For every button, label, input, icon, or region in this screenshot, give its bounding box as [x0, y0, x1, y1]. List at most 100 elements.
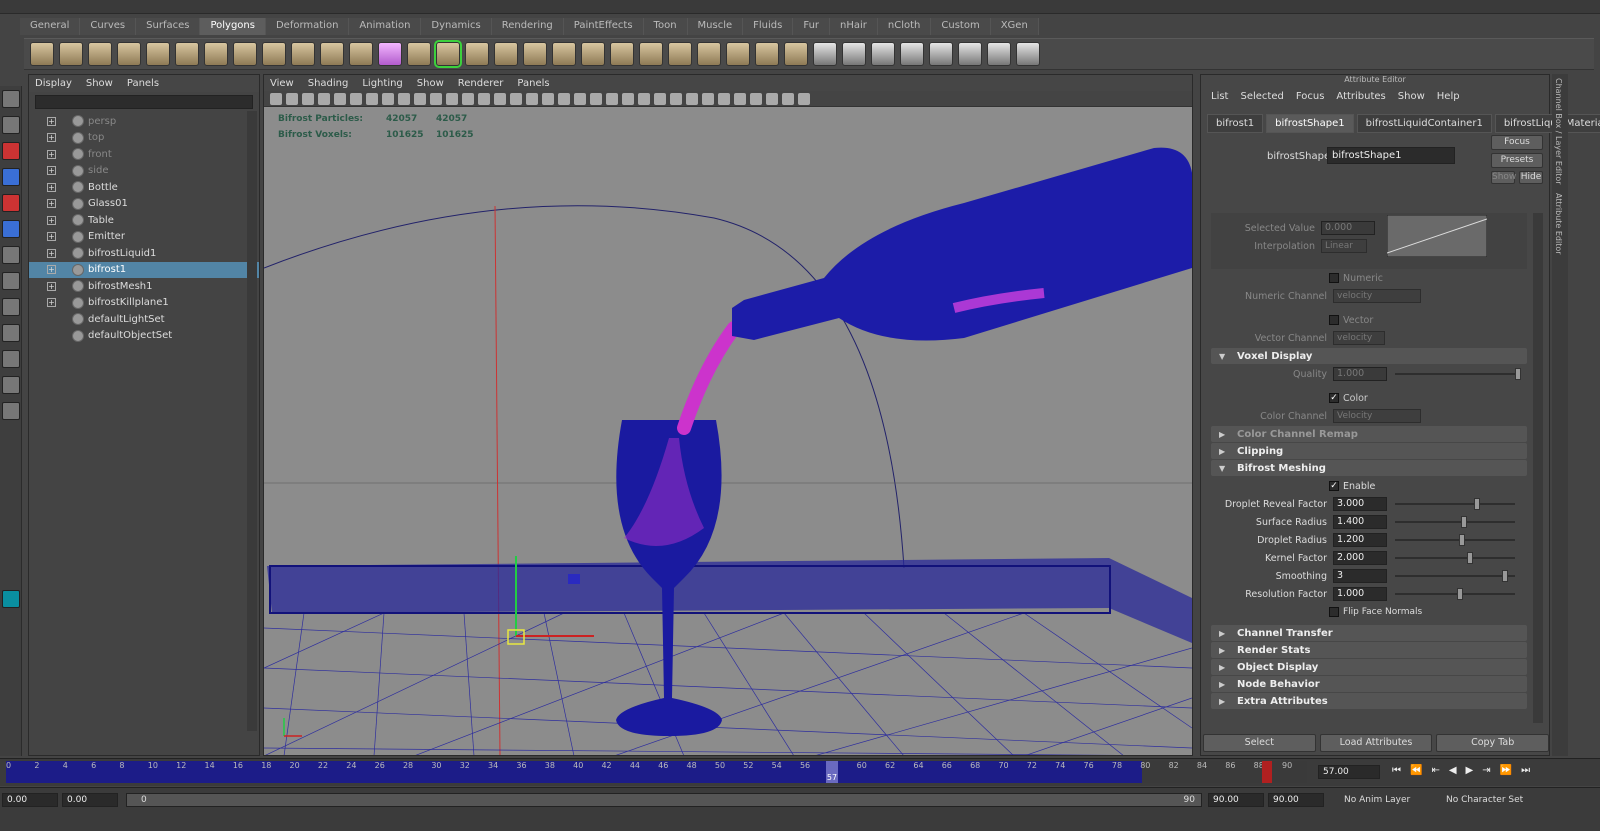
- sculpt-icon[interactable]: [813, 42, 837, 66]
- attr-menu-help[interactable]: Help: [1437, 91, 1460, 102]
- layout-two-icon[interactable]: [2, 350, 20, 368]
- slider-knob[interactable]: [1456, 588, 1463, 600]
- chamfer-icon[interactable]: [784, 42, 808, 66]
- meshing-attr-field[interactable]: 2.000: [1333, 551, 1387, 565]
- tab-bifrostshape1[interactable]: bifrostShape1: [1266, 114, 1354, 133]
- outliner-item-defaultobjectset[interactable]: defaultObjectSet: [29, 328, 259, 345]
- shelf-tab-ncloth[interactable]: nCloth: [877, 18, 932, 35]
- viewport-tool-icon[interactable]: [414, 92, 426, 105]
- presets-button[interactable]: Presets: [1491, 153, 1543, 168]
- layout-four-icon[interactable]: [2, 324, 20, 342]
- shelf-tab-xgen[interactable]: XGen: [990, 18, 1039, 35]
- viewport-tool-icon[interactable]: [430, 92, 442, 105]
- viewport-tool-icon[interactable]: [334, 92, 346, 105]
- extract-icon[interactable]: [378, 42, 402, 66]
- tab-bifrostliquidcontainer1[interactable]: bifrostLiquidContainer1: [1356, 114, 1492, 133]
- outliner-item-bifrostliquid1[interactable]: + bifrostLiquid1: [29, 245, 259, 262]
- select-tool-icon[interactable]: [2, 90, 20, 108]
- playback-start-field[interactable]: 0.00: [62, 793, 118, 807]
- viewport-tool-icon[interactable]: [510, 92, 522, 105]
- interpolation-dropdown[interactable]: Linear: [1321, 239, 1367, 253]
- tab-bifrost1[interactable]: bifrost1: [1207, 114, 1264, 133]
- viewport-menu-panels[interactable]: Panels: [517, 78, 549, 89]
- expand-icon[interactable]: +: [47, 199, 56, 209]
- meshing-attr-field[interactable]: 1.200: [1333, 533, 1387, 547]
- time-slider[interactable]: 0 2 4 6 8 10 12 14 16 18 20 22 24 26 28 30 32 34 36 38 40 42 4…: [0, 758, 1600, 786]
- mirror-icon[interactable]: [465, 42, 489, 66]
- wedge-icon[interactable]: [726, 42, 750, 66]
- outliner-menu-display[interactable]: Display: [35, 78, 72, 89]
- viewport-tool-icon[interactable]: [574, 92, 586, 105]
- outliner-menu-panels[interactable]: Panels: [127, 78, 159, 89]
- step-back-frame-icon[interactable]: ⇤: [1431, 765, 1439, 776]
- move-tool-icon[interactable]: [2, 168, 20, 186]
- quality-slider[interactable]: [1395, 368, 1521, 380]
- split-icon[interactable]: [552, 42, 576, 66]
- uv-cylindrical-icon[interactable]: [900, 42, 924, 66]
- outliner-item-side[interactable]: + side: [29, 163, 259, 180]
- shelf-tab-muscle[interactable]: Muscle: [687, 18, 744, 35]
- attr-menu-focus[interactable]: Focus: [1296, 91, 1325, 102]
- meshing-attr-field[interactable]: 3: [1333, 569, 1387, 583]
- section-render-stats[interactable]: ▶ Render Stats: [1211, 642, 1527, 658]
- attr-menu-attributes[interactable]: Attributes: [1336, 91, 1385, 102]
- lasso-tool-icon[interactable]: [2, 116, 20, 134]
- expand-icon[interactable]: +: [47, 133, 56, 143]
- outliner-item-bifrostmesh1[interactable]: + bifrostMesh1: [29, 278, 259, 295]
- vector-channel-dropdown[interactable]: velocity: [1333, 331, 1385, 345]
- viewport-tool-icon[interactable]: [350, 92, 362, 105]
- expand-icon[interactable]: +: [47, 232, 56, 242]
- load-attributes-button[interactable]: Load Attributes: [1319, 734, 1433, 752]
- flip-face-normals-checkbox[interactable]: [1329, 607, 1339, 617]
- outliner-item-table[interactable]: + Table: [29, 212, 259, 229]
- attribute-editor-scrollbar[interactable]: [1533, 213, 1543, 723]
- section-extra-attributes[interactable]: ▶ Extra Attributes: [1211, 693, 1527, 709]
- expand-icon[interactable]: +: [47, 182, 56, 192]
- outliner-item-glass01[interactable]: + Glass01: [29, 196, 259, 213]
- viewport-tool-icon[interactable]: [462, 92, 474, 105]
- selected-value-field[interactable]: 0.000: [1321, 221, 1375, 235]
- quality-field[interactable]: 1.000: [1333, 367, 1387, 381]
- step-back-key-icon[interactable]: ⏪: [1410, 765, 1422, 776]
- bevel-icon[interactable]: [668, 42, 692, 66]
- viewport-tool-icon[interactable]: [318, 92, 330, 105]
- attr-menu-list[interactable]: List: [1211, 91, 1228, 102]
- layout-single-icon[interactable]: [2, 298, 20, 316]
- meshing-attr-slider[interactable]: [1395, 534, 1515, 546]
- step-forward-key-icon[interactable]: ⏩: [1500, 765, 1512, 776]
- expand-icon[interactable]: +: [47, 281, 56, 291]
- show-button[interactable]: Show: [1491, 171, 1516, 184]
- meshing-attr-slider[interactable]: [1395, 516, 1515, 528]
- rotate-tool-icon[interactable]: [2, 194, 20, 212]
- bifrost-logo-icon[interactable]: [2, 590, 20, 608]
- layout-graph-icon[interactable]: [2, 402, 20, 420]
- viewport-tool-icon[interactable]: [654, 92, 666, 105]
- shelf-tab-deformation[interactable]: Deformation: [265, 18, 350, 35]
- poly-soccer-ball-icon[interactable]: [291, 42, 315, 66]
- viewport-tool-icon[interactable]: [750, 92, 762, 105]
- offset-edge-icon[interactable]: [610, 42, 634, 66]
- expand-icon[interactable]: +: [47, 265, 56, 275]
- meshing-attr-slider[interactable]: [1395, 570, 1515, 582]
- viewport-tool-icon[interactable]: [542, 92, 554, 105]
- shelf-tab-general[interactable]: General: [20, 18, 81, 35]
- viewport-tool-icon[interactable]: [638, 92, 650, 105]
- go-to-start-icon[interactable]: ⏮: [1392, 765, 1401, 776]
- poly-cube-icon[interactable]: [59, 42, 83, 66]
- viewport-menu-show[interactable]: Show: [417, 78, 444, 89]
- outliner-search-input[interactable]: [35, 95, 253, 109]
- viewport-tool-icon[interactable]: [382, 92, 394, 105]
- viewport-tool-icon[interactable]: [782, 92, 794, 105]
- character-set-dropdown[interactable]: No Character Set: [1446, 795, 1523, 805]
- section-object-display[interactable]: ▶ Object Display: [1211, 659, 1527, 675]
- smooth-icon[interactable]: [434, 40, 462, 68]
- uv-editor-icon[interactable]: [987, 42, 1011, 66]
- section-color-channel-remap[interactable]: ▶ Color Channel Remap: [1211, 426, 1527, 442]
- uv-spherical-icon[interactable]: [929, 42, 953, 66]
- shelf-tab-custom[interactable]: Custom: [931, 18, 991, 35]
- numeric-channel-dropdown[interactable]: velocity: [1333, 289, 1421, 303]
- viewport-tool-icon[interactable]: [398, 92, 410, 105]
- outliner-item-persp[interactable]: + persp: [29, 113, 259, 130]
- viewport-tool-icon[interactable]: [366, 92, 378, 105]
- outliner-item-top[interactable]: + top: [29, 130, 259, 147]
